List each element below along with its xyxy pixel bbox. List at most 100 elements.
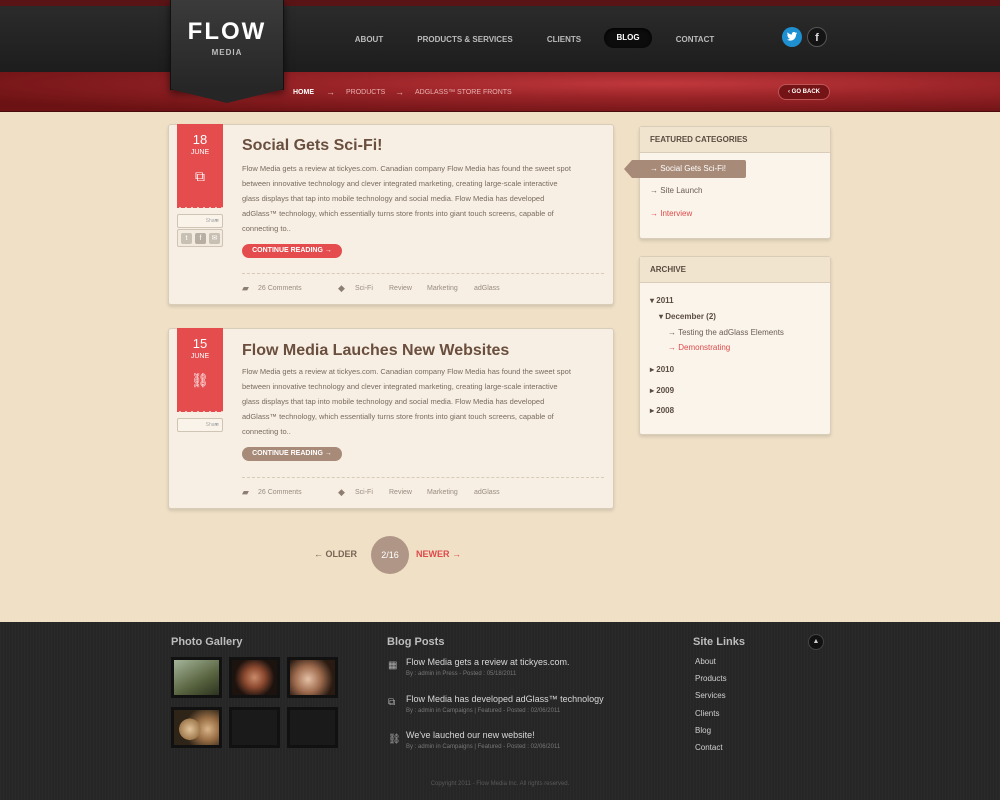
archive-widget: ARCHIVE ▾ 2011 ▾ December (2) → Testing … — [639, 256, 831, 435]
continue-reading-button[interactable]: CONTINUE READING → — [242, 447, 342, 461]
breadcrumb-home[interactable]: HOME — [293, 89, 314, 96]
divider — [242, 273, 604, 274]
date-ribbon: 18 JUNE ⧉ — [177, 124, 223, 208]
widget-title: FEATURED CATEGORIES — [640, 127, 830, 153]
nav-about[interactable]: ABOUT — [348, 30, 390, 50]
tag-link[interactable]: adGlass — [474, 489, 500, 496]
archive-year[interactable]: ▸ 2008 — [650, 406, 674, 415]
copy-icon: ⧉ — [195, 168, 205, 184]
twitter-icon[interactable] — [782, 27, 802, 47]
tag-icon: ◆ — [338, 487, 345, 497]
site-links-title: Site Links — [693, 636, 745, 648]
nav-clients[interactable]: CLIENTS — [540, 30, 588, 50]
post-day: 15 — [192, 336, 208, 351]
nav-products-services[interactable]: PRODUCTS & SERVICES — [412, 30, 518, 50]
archive-entry[interactable]: → Demonstrating — [668, 343, 730, 352]
post-day: 18 — [192, 132, 208, 147]
comments-icon: ▰ — [242, 487, 249, 497]
share-icons: t f ✉ — [177, 229, 223, 247]
excerpt-line: between innovative technology and clever… — [242, 382, 558, 391]
breadcrumb-separator: → — [326, 87, 335, 97]
footer-link-contact[interactable]: Contact — [695, 743, 723, 752]
footer-blog-post[interactable]: Flow Media has developed adGlass™ techno… — [406, 694, 604, 704]
post-excerpt: Flow Media gets a review at tickyes.com.… — [242, 364, 607, 439]
footer-link-clients[interactable]: Clients — [695, 709, 719, 718]
facebook-icon[interactable]: f — [195, 233, 206, 244]
excerpt-line: Flow Media gets a review at tickyes.com.… — [242, 367, 571, 376]
footer-link-products[interactable]: Products — [695, 674, 727, 683]
excerpt-line: adGlass™ technology, which essentially t… — [242, 209, 554, 218]
footer-blog-post[interactable]: Flow Media gets a review at tickyes.com. — [406, 657, 570, 667]
chevron-up-icon[interactable]: ▲ — [808, 634, 824, 650]
tag-link[interactable]: adGlass — [474, 285, 500, 292]
footer-link-about[interactable]: About — [695, 657, 716, 666]
email-icon[interactable]: ✉ — [209, 233, 220, 244]
footer-blog-meta: By : admin in Press - Posted : 05/18/201… — [406, 671, 517, 677]
gallery-thumbnail[interactable] — [287, 707, 338, 748]
archive-year[interactable]: ▸ 2009 — [650, 386, 674, 395]
excerpt-line: Flow Media gets a review at tickyes.com.… — [242, 164, 571, 173]
breadcrumb-separator: → — [395, 87, 404, 97]
footer-blog-meta: By : admin in Campaigns | Featured - Pos… — [406, 744, 561, 750]
archive-entry[interactable]: → Testing the adGlass Elements — [668, 328, 784, 337]
post-title[interactable]: Social Gets Sci-Fi! — [242, 137, 382, 155]
blog-post: 15 JUNE ⛓ Share ▼ Flow Media Lauches New … — [168, 328, 614, 509]
nav-blog[interactable]: BLOG — [604, 28, 652, 48]
divider — [242, 477, 604, 478]
archive-year[interactable]: ▾ 2011 — [650, 296, 674, 305]
post-month: JUNE — [190, 149, 210, 156]
category-item[interactable]: → Site Launch — [650, 186, 702, 195]
chevron-down-icon: ▼ — [214, 422, 219, 428]
gallery-thumbnail[interactable] — [287, 657, 338, 698]
share-dropdown[interactable]: Share ▼ — [177, 214, 223, 228]
newer-link[interactable]: NEWER → — [416, 549, 461, 559]
widget-title: ARCHIVE — [640, 257, 830, 283]
gallery-thumbnail[interactable] — [229, 707, 280, 748]
excerpt-line: connecting to.. — [242, 427, 291, 436]
excerpt-line: glass displays that tap into mobile tech… — [242, 397, 545, 406]
post-title[interactable]: Flow Media Lauches New Websites — [242, 342, 509, 360]
twitter-icon[interactable]: t — [181, 233, 192, 244]
logo[interactable]: FLOW MEDIA — [170, 0, 284, 103]
nav-contact[interactable]: CONTACT — [670, 30, 720, 50]
calendar-icon: ▦ — [388, 660, 398, 671]
tag-link[interactable]: Sci-Fi — [355, 285, 373, 292]
tag-link[interactable]: Review — [389, 489, 412, 496]
archive-month[interactable]: ▾ December (2) — [659, 312, 716, 321]
comments-count[interactable]: 26 Comments — [258, 285, 302, 292]
go-back-button[interactable]: ‹ GO BACK — [778, 84, 830, 100]
category-item[interactable]: → Interview — [650, 209, 692, 218]
excerpt-line: between innovative technology and clever… — [242, 179, 558, 188]
logo-title: FLOW — [187, 18, 267, 45]
tag-link[interactable]: Marketing — [427, 285, 458, 292]
footer-link-services[interactable]: Services — [695, 691, 726, 700]
gallery-thumbnail[interactable] — [229, 657, 280, 698]
page-indicator: 2/16 — [371, 536, 409, 574]
footer-link-blog[interactable]: Blog — [695, 726, 711, 735]
logo-subtitle: MEDIA — [211, 48, 243, 57]
facebook-icon[interactable]: f — [807, 27, 827, 47]
gallery-thumbnail[interactable] — [171, 707, 222, 748]
post-month: JUNE — [190, 353, 210, 360]
copyright: Copyright 2011 - Flow Media Inc. All rig… — [430, 781, 570, 787]
breadcrumb-current: ADGLASS™ STORE FRONTS — [415, 89, 512, 96]
continue-reading-button[interactable]: CONTINUE READING → — [242, 244, 342, 258]
breadcrumb-products[interactable]: PRODUCTS — [346, 89, 385, 96]
older-link[interactable]: ← OLDER — [314, 549, 357, 559]
gallery-thumbnail[interactable] — [171, 657, 222, 698]
comments-count[interactable]: 26 Comments — [258, 489, 302, 496]
date-ribbon: 15 JUNE ⛓ — [177, 328, 223, 412]
featured-categories-widget: FEATURED CATEGORIES → Social Gets Sci-Fi… — [624, 126, 831, 239]
footer-blog-post[interactable]: We've lauched our new website! — [406, 730, 535, 740]
link-icon: ⛓ — [388, 734, 401, 745]
blog-post: 18 JUNE ⧉ Share ▼ t f ✉ Social Gets Sci-F… — [168, 124, 614, 305]
copy-icon: ⧉ — [388, 697, 396, 708]
tag-link[interactable]: Marketing — [427, 489, 458, 496]
category-item-active[interactable]: → Social Gets Sci-Fi! — [624, 160, 746, 178]
excerpt-line: connecting to.. — [242, 224, 291, 233]
tag-link[interactable]: Review — [389, 285, 412, 292]
blog-posts-title: Blog Posts — [387, 636, 445, 648]
tag-link[interactable]: Sci-Fi — [355, 489, 373, 496]
archive-year[interactable]: ▸ 2010 — [650, 365, 674, 374]
share-dropdown[interactable]: Share ▼ — [177, 418, 223, 432]
